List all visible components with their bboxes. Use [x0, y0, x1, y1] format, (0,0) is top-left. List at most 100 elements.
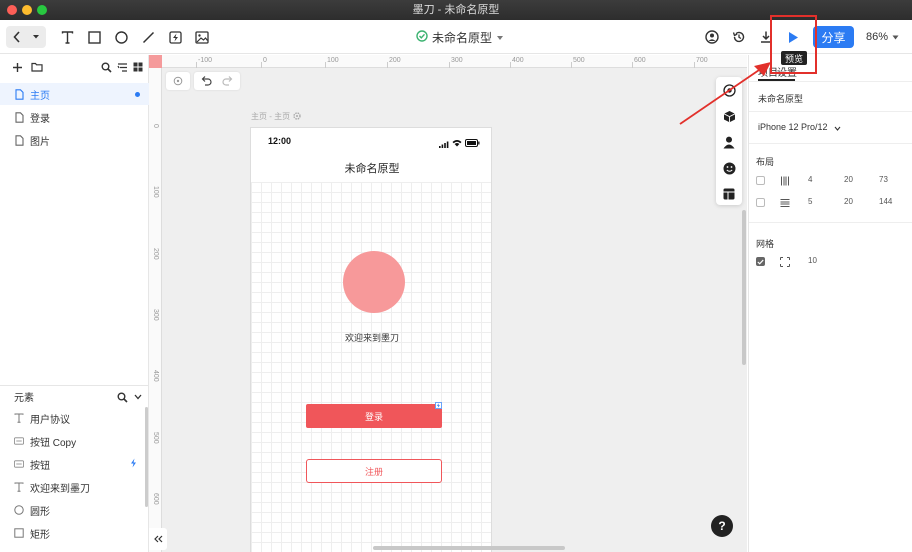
grid-view-icon[interactable] — [132, 59, 144, 75]
elements-scrollbar[interactable] — [145, 407, 148, 507]
phone-nav-title: 未命名原型 — [344, 163, 400, 175]
line-tool-icon[interactable] — [140, 26, 156, 48]
history-icon[interactable] — [731, 26, 747, 48]
columns-gutter[interactable]: 20 — [844, 175, 853, 184]
horizontal-ruler: -100 0 100 200 300 400 500 600 700 — [162, 55, 747, 68]
flash-icon — [130, 458, 137, 471]
circle-shape[interactable] — [343, 251, 405, 313]
columns-count[interactable]: 4 — [808, 175, 812, 184]
horizontal-scrollbar[interactable] — [373, 546, 565, 550]
element-item[interactable]: 按钮 Copy — [0, 430, 149, 452]
image-tool-icon[interactable] — [194, 26, 210, 48]
element-label: 矩形 — [30, 529, 50, 541]
page-item-home[interactable]: 主页 — [0, 83, 149, 105]
rectangle-tool-icon[interactable] — [86, 26, 102, 48]
layout-title: 布局 — [756, 157, 775, 167]
ruler-tick — [510, 62, 511, 68]
register-button[interactable]: 注册 — [306, 459, 442, 483]
text-tool-icon[interactable] — [59, 26, 75, 48]
battery-icon — [465, 136, 480, 150]
welcome-text[interactable]: 欢迎来到墨刀 — [251, 331, 491, 344]
vertical-scrollbar[interactable] — [742, 210, 746, 365]
search-icon[interactable] — [100, 59, 112, 75]
ruler-tick-label: 600 — [152, 493, 159, 505]
ruler-tick — [387, 62, 388, 68]
flash-icon[interactable] — [167, 26, 183, 48]
folder-icon[interactable] — [30, 59, 44, 75]
columns-icon — [780, 175, 790, 189]
rows-icon — [780, 197, 790, 211]
columns-checkbox[interactable] — [756, 176, 765, 185]
element-item[interactable]: 圆形 — [0, 499, 149, 521]
annotation-arrow — [679, 62, 771, 125]
page-icon — [14, 134, 24, 146]
grid-title: 网格 — [756, 239, 775, 249]
grid-size-value[interactable]: 10 — [808, 256, 817, 265]
page-label: 图片 — [30, 136, 50, 148]
undo-redo-group — [194, 72, 240, 90]
rows-gutter[interactable]: 20 — [844, 197, 853, 206]
element-label: 按钮 — [30, 460, 50, 472]
page-item-image[interactable]: 图片 — [0, 129, 149, 151]
element-item[interactable]: 用户协议 — [0, 407, 149, 429]
redo-icon[interactable] — [222, 75, 233, 89]
element-item[interactable]: 按钮 — [0, 453, 149, 475]
collapse-panel-button[interactable] — [149, 528, 167, 550]
grid-size-icon — [780, 256, 790, 270]
rows-count[interactable]: 5 — [808, 197, 812, 206]
settings-icon[interactable] — [293, 111, 301, 122]
rows-margin[interactable]: 144 — [879, 197, 892, 206]
help-button[interactable]: ? — [711, 515, 733, 537]
frame-label[interactable]: 主页 - 主页 — [251, 111, 301, 122]
chevron-down-icon[interactable] — [132, 386, 144, 408]
project-title-dropdown[interactable]: 未命名原型 — [416, 27, 504, 47]
status-bar-time: 12:00 — [268, 136, 292, 146]
zoom-window-button[interactable] — [37, 5, 47, 15]
ruler-tick-label: 500 — [152, 432, 159, 444]
ruler-tick-label: 200 — [152, 248, 159, 260]
login-button[interactable]: 登录 — [306, 402, 442, 428]
layout-grid — [251, 182, 491, 552]
chevron-left-icon[interactable] — [11, 26, 23, 48]
page-item-login[interactable]: 登录 — [0, 106, 149, 128]
columns-margin[interactable]: 73 — [879, 175, 888, 184]
left-panel: 主页 登录 图片 元素 用户协议 按钮 Copy 按钮 欢迎来到墨刀 圆形 矩形 — [0, 55, 149, 552]
user-circle-icon[interactable] — [704, 26, 720, 48]
ruler-tick-label: -100 — [198, 57, 213, 64]
chevron-down-icon[interactable] — [30, 26, 42, 48]
back-button-group[interactable] — [6, 26, 46, 48]
ruler-tick-label: 100 — [152, 186, 159, 198]
layout-template-icon[interactable] — [722, 187, 736, 201]
search-icon[interactable] — [116, 386, 128, 408]
add-page-icon[interactable] — [10, 59, 24, 75]
ellipse-tool-icon[interactable] — [113, 26, 129, 48]
wifi-icon — [452, 136, 462, 150]
zoom-dropdown[interactable]: 86% — [866, 27, 899, 47]
close-window-button[interactable] — [7, 5, 17, 15]
window-title: 墨刀 - 未命名原型 — [412, 4, 500, 16]
text-icon — [14, 412, 24, 424]
phone-artboard[interactable]: 12:00 未命名原型 欢迎来到墨刀 登录 注册 — [250, 127, 492, 552]
grid-checkbox[interactable] — [756, 257, 765, 266]
chevron-down-icon — [834, 120, 841, 134]
ruler-tick-label: 400 — [512, 57, 524, 64]
design-canvas[interactable]: -100 0 100 200 300 400 500 600 700 0 100 200 300 400… — [149, 55, 747, 552]
caret-down-icon — [892, 31, 899, 43]
user-icon[interactable] — [722, 135, 736, 149]
ruler-tick-label: 0 — [263, 57, 267, 64]
elements-header: 元素 — [0, 385, 149, 407]
element-item[interactable]: 欢迎来到墨刀 — [0, 476, 149, 498]
frame-label-text: 主页 - 主页 — [251, 112, 291, 121]
target-icon[interactable] — [166, 72, 190, 90]
emoji-icon[interactable] — [722, 161, 736, 175]
ruler-tick — [325, 62, 326, 68]
element-item[interactable]: 矩形 — [0, 522, 149, 544]
rows-checkbox[interactable] — [756, 198, 765, 207]
share-button[interactable]: 分享 — [813, 26, 854, 48]
minimize-window-button[interactable] — [22, 5, 32, 15]
button-icon — [14, 458, 24, 470]
undo-icon[interactable] — [201, 75, 212, 89]
preview-highlight-box — [770, 15, 817, 74]
circle-icon — [14, 504, 24, 516]
sort-icon[interactable] — [116, 59, 128, 75]
